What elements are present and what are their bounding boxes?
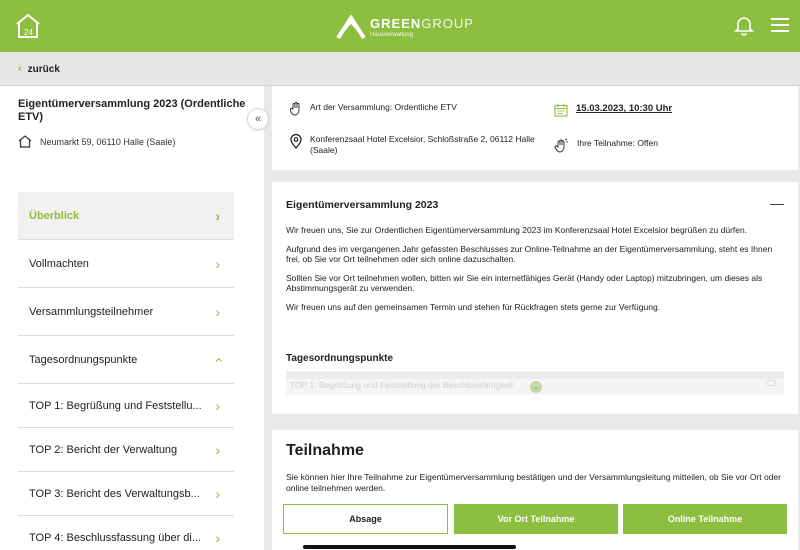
sidebar-address: Neumarkt 59, 06110 Halle (Saale): [18, 135, 175, 148]
sidebar-item-label: Versammlungsteilnehmer: [29, 305, 154, 318]
sidebar-item-vollmachten[interactable]: Vollmachten ›: [18, 240, 234, 288]
sidebar-item-ueberblick[interactable]: Überblick ›: [18, 192, 234, 240]
agenda-item-row[interactable]: TOP 1: Begrüßung und Feststellung der Be…: [286, 371, 784, 395]
hand-raise-icon: [290, 102, 300, 116]
home-indicator: [303, 545, 516, 549]
agenda-item-label: TOP 1: Begrüßung und Feststellung der Be…: [290, 380, 514, 390]
chevron-right-icon: ›: [215, 441, 220, 458]
house-icon: [18, 135, 32, 148]
brand-light: GROUP: [421, 15, 474, 31]
brand-sub: Hausverwaltung: [370, 31, 414, 38]
chevron-right-icon: ›: [215, 255, 220, 272]
sidebar-item-versammlungsteilnehmer[interactable]: Versammlungsteilnehmer ›: [18, 288, 234, 336]
online-participation-button[interactable]: Online Teilnahme: [623, 504, 787, 534]
location-pin-icon: [290, 134, 302, 149]
sidebar-item-label: TOP 2: Bericht der Verwaltung: [29, 443, 178, 456]
sidebar-item-top-4[interactable]: TOP 4: Beschlussfassung über di... ›: [18, 516, 234, 550]
participation-title: Teilnahme: [286, 442, 364, 459]
meeting-type-text: Art der Versammlung: Ordentliche ETV: [310, 102, 457, 112]
chevron-up-icon: ›: [209, 357, 226, 362]
collapse-section-button[interactable]: —: [770, 195, 784, 211]
sidebar-item-label: TOP 1: Begrüßung und Feststellu...: [29, 399, 202, 412]
expand-chevron-icon[interactable]: ⌄: [530, 381, 542, 393]
onsite-participation-button[interactable]: Vor Ort Teilnahme: [454, 504, 618, 534]
hamburger-menu-icon[interactable]: [771, 17, 789, 38]
chevron-right-icon: ›: [215, 207, 220, 224]
sidebar-nav: Überblick › Vollmachten › Versammlungste…: [18, 192, 234, 550]
top-bar: 24 GREENGROUP Hausverwaltung: [0, 0, 800, 52]
back-label: zurück: [27, 63, 60, 75]
overview-title: Eigentümerversammlung 2023: [286, 199, 439, 211]
decline-button[interactable]: Absage: [283, 504, 448, 534]
sidebar-title: Eigentümerversammlung 2023 (Ordentliche …: [18, 98, 246, 123]
collapse-sidebar-button[interactable]: «: [247, 108, 269, 130]
sidebar: Eigentümerversammlung 2023 (Ordentliche …: [0, 86, 264, 550]
meeting-type-row: Art der Versammlung: Ordentliche ETV: [290, 102, 457, 116]
datetime-row[interactable]: 15.03.2023, 10:30 Uhr: [554, 103, 672, 117]
chevron-right-icon: ›: [215, 303, 220, 320]
participation-text: Sie können hier Ihre Teilnahme zur Eigen…: [286, 472, 781, 493]
datetime-link[interactable]: 15.03.2023, 10:30 Uhr: [576, 103, 672, 114]
chevron-right-icon: ›: [215, 530, 220, 546]
chevron-left-icon: ‹: [18, 63, 22, 75]
overview-text: Wir freuen uns, Sie zur Ordentlichen Eig…: [286, 225, 786, 320]
svg-text:24: 24: [24, 28, 33, 37]
participation-panel: Teilnahme Sie können hier Ihre Teilnahme…: [272, 430, 798, 550]
overview-paragraph: Wir freuen uns, Sie zur Ordentlichen Eig…: [286, 225, 748, 235]
sidebar-item-label: TOP 3: Bericht des Verwaltungsb...: [29, 487, 200, 500]
overview-paragraph: Sollten Sie vor Ort teilnehmen wollen, b…: [286, 272, 763, 294]
calendar-icon: [554, 104, 568, 117]
sidebar-item-label: Vollmachten: [29, 257, 89, 270]
sidebar-item-label: Überblick: [29, 209, 80, 222]
sidebar-item-label: Tagesordnungspunkte: [29, 353, 138, 366]
chevron-right-icon: ›: [215, 397, 220, 414]
location-row: Konferenzsaal Hotel Excelsior, Schloßstr…: [290, 134, 550, 156]
overview-panel: Eigentümerversammlung 2023 — Wir freuen …: [272, 182, 798, 414]
back-link[interactable]: ‹ zurück: [18, 63, 60, 75]
brand-main: GREEN: [370, 15, 422, 31]
sidebar-item-top-3[interactable]: TOP 3: Bericht des Verwaltungsb... ›: [18, 472, 234, 516]
hand-wave-icon: [554, 138, 568, 153]
toggle-icon: [766, 380, 776, 386]
overview-paragraph: Wir freuen uns auf den gemeinsamen Termi…: [286, 301, 661, 312]
sidebar-item-top-1[interactable]: TOP 1: Begrüßung und Feststellu... ›: [18, 384, 234, 428]
sub-bar: ‹ zurück: [0, 52, 800, 86]
participation-row: Ihre Teilnahme: Offen: [554, 138, 658, 153]
location-text: Konferenzsaal Hotel Excelsior, Schloßstr…: [310, 134, 535, 155]
greengroup-logo: GREENGROUP Hausverwaltung: [336, 10, 474, 44]
sidebar-item-label: TOP 4: Beschlussfassung über di...: [29, 532, 202, 544]
bell-icon[interactable]: [734, 14, 754, 41]
chevron-right-icon: ›: [215, 485, 220, 502]
logo-house-icon: [336, 14, 366, 40]
meeting-info-panel: Art der Versammlung: Ordentliche ETV Kon…: [272, 86, 798, 170]
sidebar-item-top-2[interactable]: TOP 2: Bericht der Verwaltung ›: [18, 428, 234, 472]
address-text: Neumarkt 59, 06110 Halle (Saale): [40, 136, 176, 147]
agenda-title: Tagesordnungspunkte: [286, 353, 394, 364]
participation-status: Ihre Teilnahme: Offen: [577, 138, 658, 148]
overview-paragraph: Aufgrund des im vergangenen Jahr gefasst…: [286, 243, 773, 265]
home-24-icon[interactable]: 24: [14, 13, 42, 39]
sidebar-item-tagesordnungspunkte[interactable]: Tagesordnungspunkte ›: [18, 336, 234, 384]
